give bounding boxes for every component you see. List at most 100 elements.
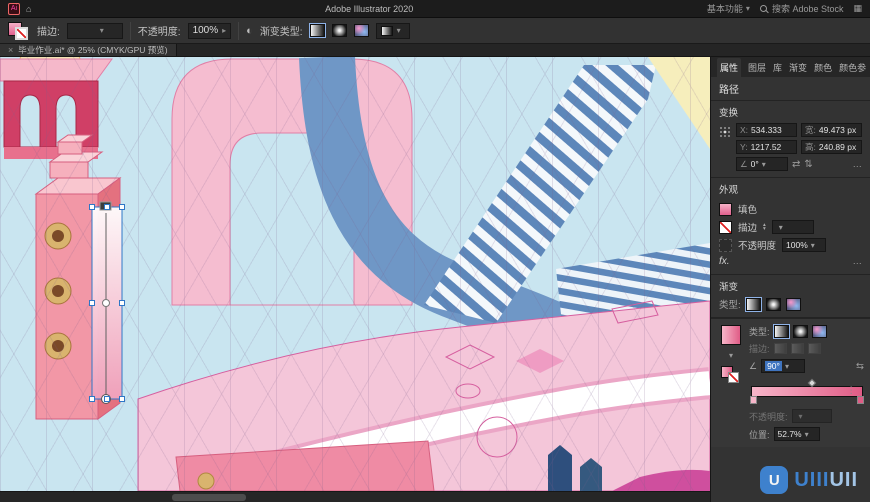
stock-search[interactable]: 搜索 Adobe Stock — [759, 2, 843, 15]
app-icon: Ai — [8, 2, 20, 15]
gradient-panel: ▾ 类型: 描边: ∠ 90° ▾ ⇆ ⋮ 不透明度: ▾ 位置: 52.7% … — [711, 318, 870, 447]
divider — [238, 21, 240, 40]
y-field[interactable]: Y: 1217.52 — [736, 140, 797, 154]
gradient-radial-icon[interactable] — [331, 24, 347, 37]
arrange-documents-icon[interactable]: ▦ — [853, 3, 862, 14]
appearance-section: 外观 填色 描边 ▴ ▾ ▾ 不透明度 100% ▾ fx. … — [711, 178, 870, 275]
gradient-swatch[interactable] — [721, 325, 741, 345]
document-tab[interactable]: × 毕业作业.ai* @ 25% (CMYK/GPU 预览) — [0, 44, 177, 56]
stroke-weight-dropdown[interactable]: ▾ — [771, 220, 814, 234]
gradient-freeform-icon[interactable] — [353, 24, 369, 37]
fill-stroke-mini-indicator[interactable] — [721, 366, 741, 384]
gradient-linear-icon[interactable] — [308, 23, 326, 38]
stroke-color-swatch[interactable] — [719, 220, 732, 234]
brush-profile-icon[interactable]: ◐ — [246, 25, 253, 37]
gradient-radial-icon[interactable] — [792, 325, 808, 338]
gradient-angle-field[interactable]: 90° ▾ — [761, 359, 806, 373]
gradient-section: 渐变 类型: — [711, 275, 870, 318]
height-field[interactable]: 高: 240.89 px — [801, 140, 862, 154]
angle-icon: ∠ — [749, 360, 758, 371]
tab-color[interactable]: 颜色 — [814, 61, 832, 74]
divider — [129, 21, 131, 40]
gradient-type-label: 类型: — [719, 300, 741, 311]
chevron-down-icon: ▾ — [745, 4, 750, 13]
stroke-gradient-across-icon[interactable] — [807, 343, 821, 354]
reverse-gradient-icon[interactable]: ⇆ — [856, 361, 864, 372]
gradient-header: 渐变 — [719, 282, 739, 293]
chevron-right-icon: ▸ — [222, 26, 227, 35]
opacity-icon — [719, 238, 732, 252]
stroke-gradient-within-icon[interactable] — [773, 343, 787, 354]
slider-options-icon[interactable]: ⋮ — [847, 385, 857, 396]
gradient-slider[interactable]: ⋮ — [749, 378, 864, 405]
gradient-opacity-dropdown[interactable]: ▾ — [791, 409, 832, 423]
document-title: 毕业作业.ai* @ 25% (CMYK/GPU 预览) — [18, 45, 168, 55]
location-dropdown[interactable]: 52.7% ▾ — [773, 427, 820, 441]
horizontal-scrollbar[interactable] — [0, 491, 710, 502]
stroke-weight-stepper[interactable]: ▴ ▾ — [763, 222, 766, 232]
gradient-preset-swatch — [380, 25, 393, 36]
reference-point-selector[interactable] — [719, 123, 731, 171]
gradient-freeform-icon[interactable] — [811, 325, 827, 338]
fill-label: 填色 — [738, 205, 758, 216]
chevron-down-icon[interactable]: ▾ — [729, 351, 733, 360]
stroke-gradient-along-icon[interactable] — [790, 343, 804, 354]
stroke-weight-dropdown[interactable]: ▾ — [66, 22, 123, 39]
canvas[interactable] — [0, 57, 710, 502]
tab-properties[interactable]: 属性 — [717, 57, 742, 77]
chevron-down-icon: ▾ — [761, 159, 766, 169]
more-options-icon[interactable]: … — [853, 256, 863, 267]
fill-color-swatch[interactable] — [719, 202, 732, 216]
transform-section: 变换 X: 534.333 宽: 49.473 px Y: 1217.52 高:… — [711, 101, 870, 178]
gradient-radial-icon[interactable] — [765, 297, 781, 311]
effects-button[interactable]: fx. — [719, 256, 730, 267]
rotate-dropdown[interactable]: ∠ 0° ▾ — [736, 157, 788, 171]
width-field[interactable]: 宽: 49.473 px — [801, 123, 862, 137]
watermark-logo-icon: U — [760, 466, 789, 494]
search-icon — [759, 5, 767, 12]
stroke-gradient-label: 描边: — [749, 344, 770, 354]
x-field[interactable]: X: 534.333 — [736, 123, 797, 137]
selected-object-type: 路径 — [711, 77, 870, 101]
chevron-down-icon: ▾ — [396, 26, 401, 35]
opacity-dropdown[interactable]: 100% ▸ — [187, 22, 232, 39]
panel-tabs: 属性 图层 库 渐变 颜色 颜色参 ≡ — [711, 57, 870, 77]
gradient-type-label: 渐变类型: — [259, 27, 303, 38]
workspace-switcher[interactable]: 基本功能 ▾ — [707, 2, 750, 15]
gradient-freeform-icon[interactable] — [785, 297, 801, 311]
selection-overlay[interactable] — [0, 57, 710, 491]
opacity-label: 不透明度 — [738, 241, 777, 252]
gradient-linear-icon[interactable] — [744, 296, 762, 312]
mini-stroke-swatch — [728, 372, 739, 383]
more-options-icon[interactable]: … — [853, 159, 863, 170]
tab-layers[interactable]: 图层 — [748, 61, 766, 74]
tab-libraries[interactable]: 库 — [773, 61, 782, 74]
watermark: U UIIIUII — [760, 466, 858, 494]
gradient-stop-end[interactable] — [857, 396, 864, 404]
properties-panel: 属性 图层 库 渐变 颜色 颜色参 ≡ 路径 变换 — [710, 57, 870, 502]
stroke-label: 描边: — [37, 27, 60, 38]
control-bar: 描边: ▾ 不透明度: 100% ▸ ◐ 渐变类型: ▾ — [0, 18, 870, 44]
home-icon[interactable]: ⌂ — [26, 4, 31, 14]
tab-color-guide[interactable]: 颜色参 — [839, 61, 866, 74]
close-icon[interactable]: × — [8, 45, 13, 55]
window-title: Adobe Illustrator 2020 — [325, 3, 414, 14]
scrollbar-thumb[interactable] — [172, 494, 246, 501]
gradient-linear-icon[interactable] — [772, 324, 790, 339]
stroke-label: 描边 — [738, 223, 758, 234]
flip-vertical-icon[interactable]: ⇅ — [804, 159, 812, 170]
gradient-stop-start[interactable] — [750, 396, 757, 404]
tab-gradient[interactable]: 渐变 — [789, 61, 807, 74]
title-bar: Ai ⌂ Adobe Illustrator 2020 基本功能 ▾ 搜索 Ad… — [0, 0, 870, 18]
chevron-down-icon: ▾ — [99, 26, 104, 35]
document-tab-strip: × 毕业作业.ai* @ 25% (CMYK/GPU 预览) — [0, 44, 870, 57]
flip-horizontal-icon[interactable]: ⇄ — [792, 159, 800, 170]
fill-stroke-indicator[interactable] — [8, 21, 30, 41]
stroke-swatch[interactable] — [15, 26, 28, 40]
type-label: 类型: — [749, 327, 770, 337]
gradient-preset-dropdown[interactable]: ▾ — [375, 22, 410, 39]
transform-header: 变换 — [719, 108, 739, 119]
location-label: 位置: — [749, 429, 770, 440]
opacity-dropdown[interactable]: 100% ▾ — [782, 238, 827, 252]
illustrator-window: Ai ⌂ Adobe Illustrator 2020 基本功能 ▾ 搜索 Ad… — [0, 0, 870, 502]
